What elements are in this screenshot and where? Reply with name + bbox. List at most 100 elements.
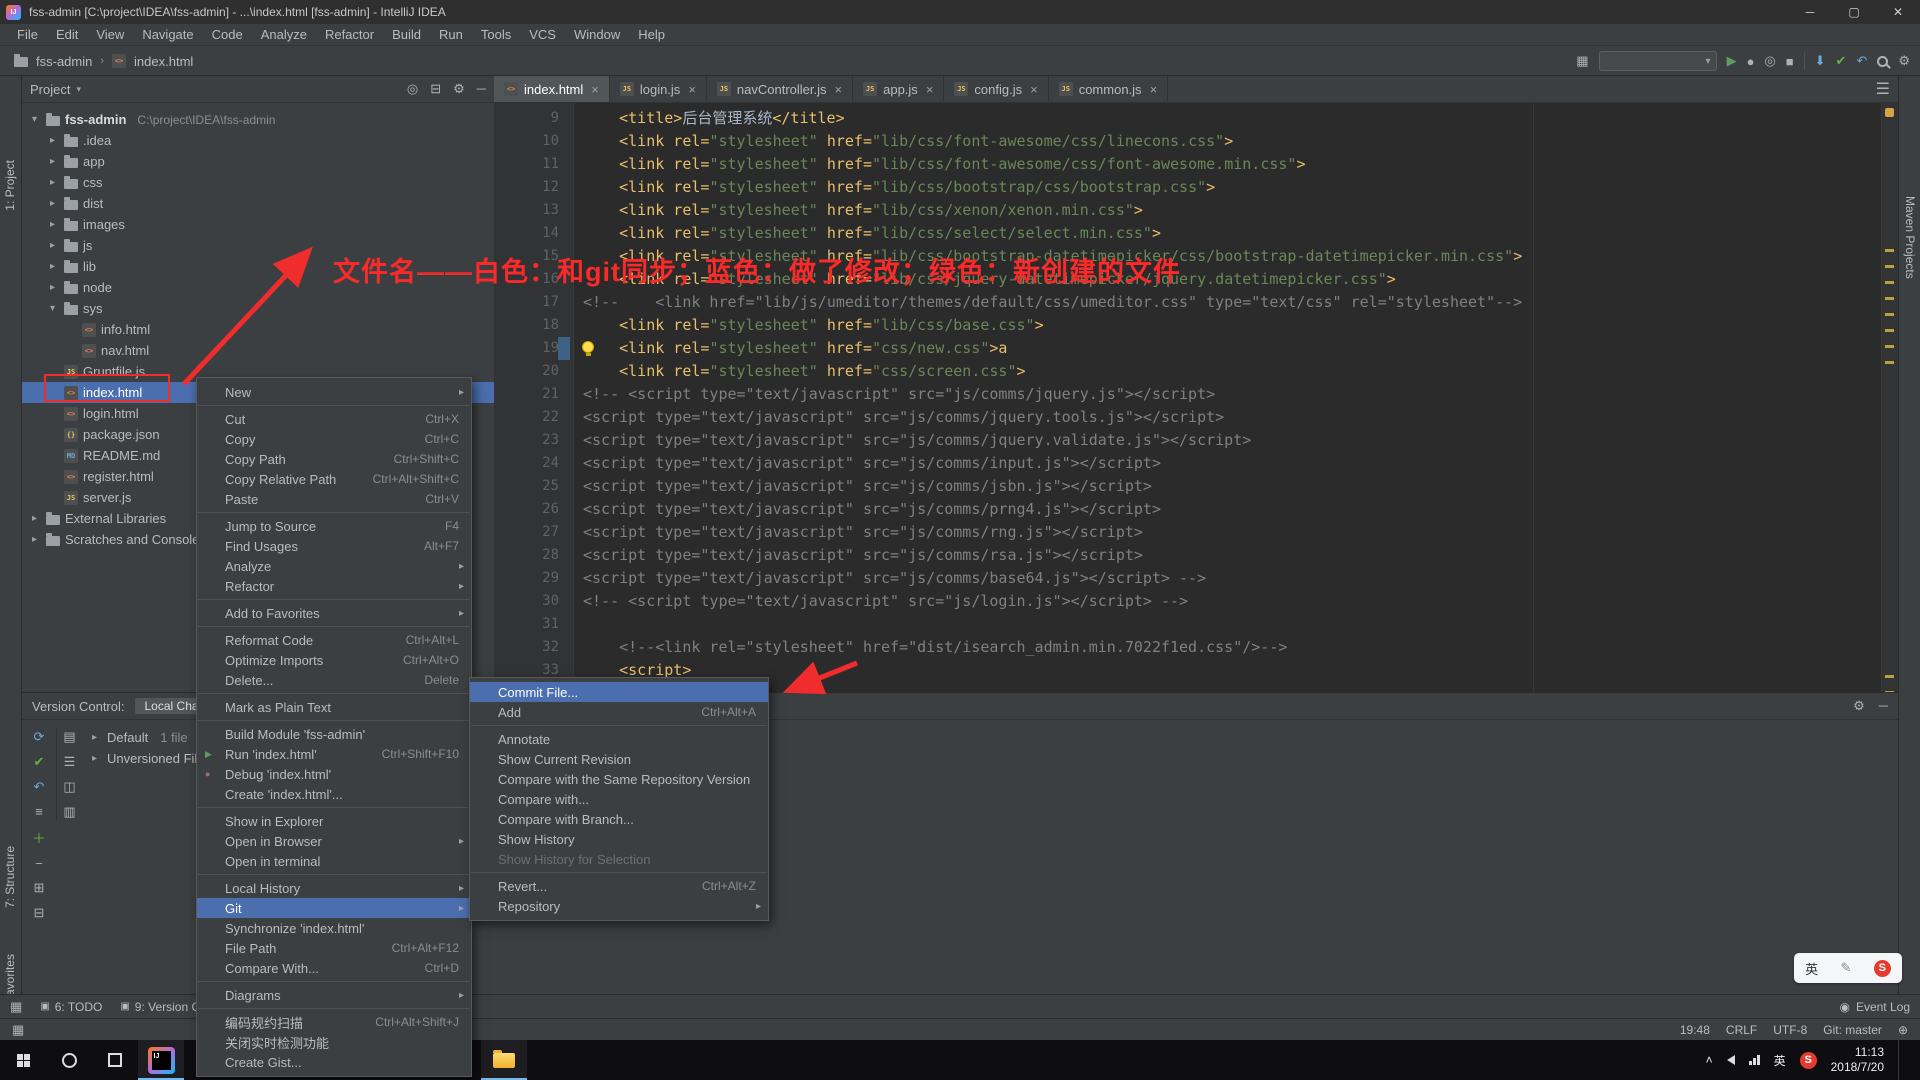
stripe-maven-button[interactable]: Maven Projects [1903,196,1917,279]
tree-expand-icon[interactable]: ▸ [88,753,101,764]
stripe-project-button[interactable]: 1: Project [3,160,17,211]
tree-item-app[interactable]: ▸app [22,151,494,172]
close-tab-icon[interactable]: × [1150,82,1158,97]
add-changelist-icon[interactable]: ＋ [32,828,45,847]
ime-toolbar[interactable]: 英 ✎ S [1794,953,1902,983]
tree-expand-icon[interactable]: ▾ [28,114,41,125]
menu-item-diagrams[interactable]: Diagrams▸ [197,985,471,1005]
group-by-icon[interactable]: ▤ [63,729,75,745]
inspections-profile-icon[interactable]: ⊕ [1898,1023,1908,1037]
flatten-dirs-icon[interactable]: ▥ [63,804,75,820]
toolwindow-button-6-todo[interactable]: ▣6: TODO [40,1000,102,1014]
menu-help[interactable]: Help [629,24,674,46]
run-config-select[interactable]: ▾ [1599,51,1717,71]
menu-item-repository[interactable]: Repository▸ [470,896,768,916]
changelist-default[interactable]: ▸Default1 file [88,727,211,748]
cortana-button[interactable] [46,1040,92,1080]
hide-panel-icon[interactable]: ─ [477,81,486,97]
menu-tools[interactable]: Tools [472,24,520,46]
caret-position[interactable]: 19:48 [1680,1023,1710,1037]
tree-item-sys[interactable]: ▾sys [22,298,494,319]
menu-item-add[interactable]: AddCtrl+Alt+A [470,702,768,722]
project-panel-title[interactable]: Project [30,82,70,97]
warning-mark[interactable] [1885,345,1894,348]
menu-analyze[interactable]: Analyze [252,24,316,46]
tab-navcontroller-js[interactable]: JSnavController.js× [707,76,853,102]
menu-item-copy[interactable]: CopyCtrl+C [197,429,471,449]
line-ending-indicator[interactable]: CRLF [1726,1023,1757,1037]
taskbar-explorer-button[interactable] [481,1040,527,1080]
tree-expand-icon[interactable]: ▸ [46,219,59,230]
menu-item-compare-with[interactable]: Compare With...Ctrl+D [197,958,471,978]
menu-item-item[interactable]: 编码规约扫描Ctrl+Alt+Shift+J [197,1012,471,1032]
menu-item-jump-to-source[interactable]: Jump to SourceF4 [197,516,471,536]
coverage-icon[interactable]: ◎ [1764,53,1775,69]
inspection-indicator[interactable] [1885,108,1894,117]
tree-expand-icon[interactable]: ▸ [46,177,59,188]
menu-item-git[interactable]: Git▸ [197,898,471,918]
menu-item-file-path[interactable]: File PathCtrl+Alt+F12 [197,938,471,958]
menu-item-open-in-browser[interactable]: Open in Browser▸ [197,831,471,851]
menu-item-debug-index-html[interactable]: ●Debug 'index.html' [197,764,471,784]
git-branch-indicator[interactable]: Git: master [1823,1023,1882,1037]
menu-item-show-in-explorer[interactable]: Show in Explorer [197,811,471,831]
close-tab-icon[interactable]: × [591,82,599,97]
vc-commit-icon[interactable]: ✔ [34,754,45,770]
tab-config-js[interactable]: JSconfig.js× [944,76,1048,102]
remove-changelist-icon[interactable]: − [35,856,43,871]
menu-item-show-history[interactable]: Show History [470,829,768,849]
sogou-tray-icon[interactable]: S [1800,1052,1817,1069]
stop-icon[interactable]: ■ [1786,54,1794,69]
expand-all-icon[interactable]: ⊞ [34,880,45,896]
menu-item-mark-as-plain-text[interactable]: Mark as Plain Text [197,697,471,717]
tab-index-html[interactable]: <>index.html× [494,76,610,102]
menu-item-item[interactable]: 关闭实时检测功能 [197,1032,471,1052]
warning-mark[interactable] [1885,361,1894,364]
tree-expand-icon[interactable]: ▸ [46,261,59,272]
sogou-logo-icon[interactable]: S [1874,960,1891,977]
menu-file[interactable]: File [8,24,47,46]
menu-item-annotate[interactable]: Annotate [470,729,768,749]
warning-mark[interactable] [1885,297,1894,300]
preview-diff-icon[interactable]: ◫ [63,779,75,795]
menu-code[interactable]: Code [203,24,252,46]
warning-mark[interactable] [1885,675,1894,678]
menu-item-add-to-favorites[interactable]: Add to Favorites▸ [197,603,471,623]
ime-indicator[interactable]: 英 [1774,1052,1786,1069]
warning-mark[interactable] [1885,281,1894,284]
commit-changes-icon[interactable]: ✔ [1836,53,1847,69]
menu-item-refactor[interactable]: Refactor▸ [197,576,471,596]
warning-mark[interactable] [1885,329,1894,332]
code-content[interactable]: <title>后台管理系统</title> <link rel="stylesh… [575,103,1880,692]
tree-expand-icon[interactable]: ▸ [46,240,59,251]
menu-item-optimize-imports[interactable]: Optimize ImportsCtrl+Alt+O [197,650,471,670]
tree-expand-icon[interactable]: ▾ [46,303,59,314]
editor[interactable]: 9101112131415161718192021222324252627282… [494,103,1898,692]
menu-item-find-usages[interactable]: Find UsagesAlt+F7 [197,536,471,556]
stripe-structure-button[interactable]: 7: Structure [3,846,17,908]
panel-settings-icon[interactable]: ⚙ [453,81,465,97]
menu-item-copy-path[interactable]: Copy PathCtrl+Shift+C [197,449,471,469]
debug-icon[interactable]: ● [1747,54,1755,69]
menu-item-copy-relative-path[interactable]: Copy Relative PathCtrl+Alt+Shift+C [197,469,471,489]
menu-vcs[interactable]: VCS [520,24,565,46]
collapse-all-icon[interactable]: ⊟ [430,81,441,97]
tree-expand-icon[interactable]: ▸ [28,534,41,545]
ime-tools-icon[interactable]: ✎ [1841,960,1852,976]
menu-item-commit-file[interactable]: Commit File... [470,682,768,702]
tree-expand-icon[interactable]: ▸ [88,732,101,743]
menu-item-new[interactable]: New▸ [197,382,471,402]
toolwindow-switcher-icon[interactable]: ▦ [10,999,22,1015]
taskbar-idea-button[interactable]: IJ [138,1040,184,1080]
breadcrumb-project[interactable]: fss-admin [36,54,92,69]
statusbar-grid-icon[interactable]: ▦ [12,1022,24,1038]
close-tab-icon[interactable]: × [1030,82,1038,97]
menu-item-local-history[interactable]: Local History▸ [197,878,471,898]
close-button[interactable]: ✕ [1876,0,1920,24]
action-center-button[interactable] [1898,1040,1914,1080]
menu-item-run-index-html[interactable]: ▶Run 'index.html'Ctrl+Shift+F10 [197,744,471,764]
minimize-button[interactable]: ─ [1788,0,1832,24]
tree-expand-icon[interactable]: ▸ [28,513,41,524]
menu-item-reformat-code[interactable]: Reformat CodeCtrl+Alt+L [197,630,471,650]
close-tab-icon[interactable]: × [688,82,696,97]
